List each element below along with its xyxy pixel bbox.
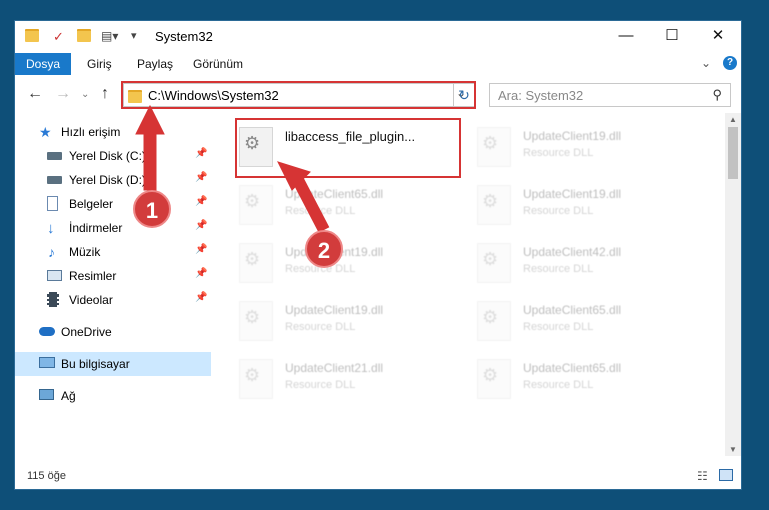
annotation-arrows <box>135 104 330 233</box>
arrow-1-shaft <box>143 131 157 191</box>
arrow-2-shaft <box>292 177 330 233</box>
step-1-badge: 1 <box>133 190 171 228</box>
arrow-1-head <box>135 104 165 135</box>
step-2-badge: 2 <box>305 230 343 268</box>
